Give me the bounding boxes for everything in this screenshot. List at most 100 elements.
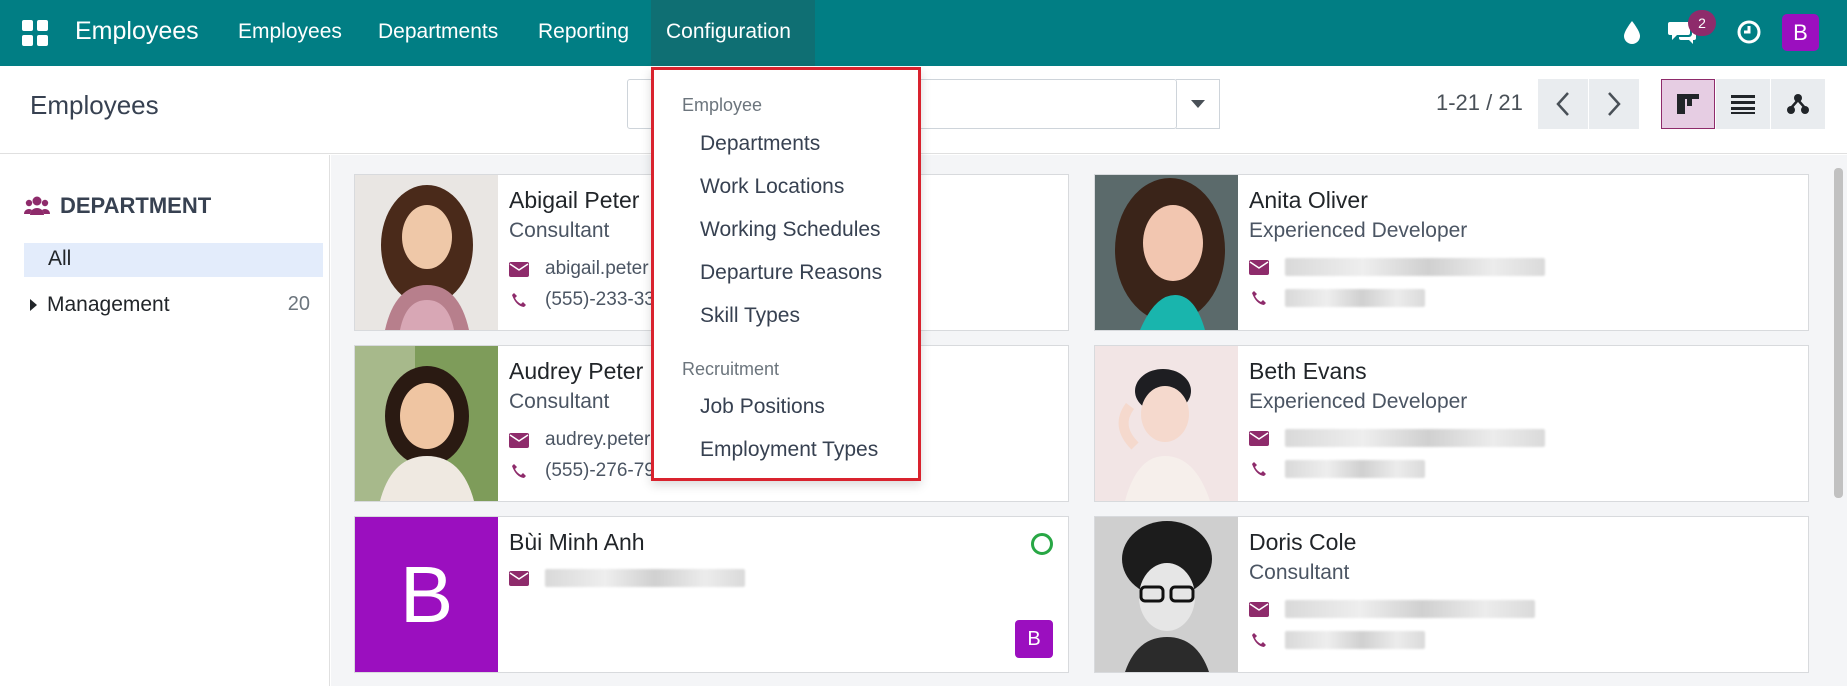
employee-photo xyxy=(1095,346,1238,501)
apps-menu-icon[interactable] xyxy=(22,20,48,46)
list-icon xyxy=(1731,95,1755,114)
phone-icon xyxy=(1249,632,1269,648)
employee-name: Audrey Peter xyxy=(509,358,644,384)
list-view-button[interactable] xyxy=(1716,79,1770,129)
pager-value[interactable]: 1-21 / 21 xyxy=(1436,90,1523,116)
related-user-avatar[interactable]: B xyxy=(1015,620,1053,658)
control-panel: Employees 1-21 / 21 xyxy=(0,66,1847,154)
employee-job: Experienced Developer xyxy=(1249,219,1468,242)
employee-email[interactable]: abigail.peter xyxy=(545,258,649,280)
redacted-email xyxy=(1285,258,1545,276)
employee-photo xyxy=(355,175,498,330)
menu-item-departments[interactable]: Departments xyxy=(700,132,820,156)
phone-icon xyxy=(1249,461,1269,477)
employee-phone-row xyxy=(1249,631,1425,649)
employee-card[interactable]: Anita Oliver Experienced Developer xyxy=(1094,174,1809,331)
caret-down-icon xyxy=(1190,100,1205,108)
redacted-email xyxy=(545,569,745,587)
employee-card[interactable]: Doris Cole Consultant xyxy=(1094,516,1809,673)
employee-photo xyxy=(355,346,498,501)
sidebar-item-label: Management xyxy=(47,293,170,316)
employee-name: Bùi Minh Anh xyxy=(509,529,645,555)
pager-previous-button[interactable] xyxy=(1538,79,1588,129)
employee-phone-row: (555)-276-79 xyxy=(509,460,655,482)
employee-card[interactable]: Beth Evans Experienced Developer xyxy=(1094,345,1809,502)
menu-item-skill-types[interactable]: Skill Types xyxy=(700,304,800,328)
employee-job: Consultant xyxy=(509,219,610,242)
redacted-email xyxy=(1285,600,1535,618)
redacted-phone xyxy=(1285,631,1425,649)
employee-card[interactable]: B Bùi Minh Anh B xyxy=(354,516,1069,673)
envelope-icon xyxy=(509,570,529,586)
caret-right-icon[interactable] xyxy=(30,299,37,312)
employee-email[interactable]: audrey.peter xyxy=(545,429,650,451)
employee-phone-row xyxy=(1249,289,1425,307)
employee-name: Beth Evans xyxy=(1249,358,1367,384)
employee-photo xyxy=(1095,175,1238,330)
menu-employees[interactable]: Employees xyxy=(238,20,342,44)
sidebar-header: DEPARTMENT xyxy=(24,193,211,219)
employee-email-row xyxy=(509,569,745,587)
vertical-scrollbar[interactable] xyxy=(1834,168,1843,498)
dropdown-section-recruitment: Recruitment xyxy=(682,359,780,379)
employee-email-row xyxy=(1249,600,1535,618)
presence-status-icon xyxy=(1031,533,1053,555)
employee-email-row: abigail.peter xyxy=(509,258,649,280)
hierarchy-view-button[interactable] xyxy=(1771,79,1825,129)
envelope-icon xyxy=(509,261,529,277)
clock-icon[interactable] xyxy=(1733,16,1765,48)
employee-name: Doris Cole xyxy=(1249,529,1357,555)
kanban-content: Abigail Peter Consultant abigail.peter (… xyxy=(331,155,1847,686)
phone-icon xyxy=(1249,290,1269,306)
menu-item-departure-reasons[interactable]: Departure Reasons xyxy=(700,261,882,285)
chevron-right-icon xyxy=(1608,92,1621,116)
employee-email-row xyxy=(1249,258,1545,276)
menu-item-job-positions[interactable]: Job Positions xyxy=(700,395,825,419)
employee-photo xyxy=(1095,517,1238,672)
employee-email-row xyxy=(1249,429,1545,447)
menu-item-working-schedules[interactable]: Working Schedules xyxy=(700,218,881,242)
employee-phone[interactable]: (555)-233-33 xyxy=(545,289,655,311)
envelope-icon xyxy=(1249,601,1269,617)
employee-email-row: audrey.peter xyxy=(509,429,650,451)
menu-configuration[interactable]: Configuration xyxy=(666,20,791,44)
menu-item-work-locations[interactable]: Work Locations xyxy=(700,175,844,199)
message-count-badge: 2 xyxy=(1688,10,1716,36)
sidebar-item-all[interactable]: All xyxy=(24,243,323,277)
envelope-icon xyxy=(1249,259,1269,275)
hierarchy-icon xyxy=(1787,94,1809,114)
employee-phone-row xyxy=(1249,460,1425,478)
top-navbar: Employees Employees Departments Reportin… xyxy=(0,0,1847,66)
envelope-icon xyxy=(509,432,529,448)
menu-item-employment-types[interactable]: Employment Types xyxy=(700,438,878,462)
pager-next-button[interactable] xyxy=(1589,79,1639,129)
chevron-left-icon xyxy=(1556,92,1569,116)
employee-phone[interactable]: (555)-276-79 xyxy=(545,460,655,482)
dropdown-section-employee: Employee xyxy=(682,95,763,115)
user-avatar[interactable]: B xyxy=(1782,14,1819,51)
search-options-toggle[interactable] xyxy=(1176,79,1220,129)
envelope-icon xyxy=(1249,430,1269,446)
employee-job: Consultant xyxy=(1249,561,1350,584)
app-brand[interactable]: Employees xyxy=(75,17,199,46)
employee-name: Anita Oliver xyxy=(1249,187,1368,213)
menu-reporting[interactable]: Reporting xyxy=(538,20,629,44)
kanban-view-button[interactable] xyxy=(1661,79,1715,129)
phone-icon xyxy=(509,292,529,308)
sidebar-item-management[interactable]: Management 20 xyxy=(30,293,320,317)
employee-job: Experienced Developer xyxy=(1249,390,1468,413)
employee-initial-avatar: B xyxy=(355,517,498,672)
page-title: Employees xyxy=(30,90,159,120)
phone-icon xyxy=(509,463,529,479)
sidebar-header-label: DEPARTMENT xyxy=(60,193,212,218)
users-icon xyxy=(24,196,50,215)
redacted-phone xyxy=(1285,289,1425,307)
employee-name: Abigail Peter xyxy=(509,187,640,213)
kanban-icon xyxy=(1677,94,1699,114)
employee-job: Consultant xyxy=(509,390,610,413)
menu-departments[interactable]: Departments xyxy=(378,20,498,44)
configuration-dropdown: Employee Departments Work Locations Work… xyxy=(651,67,921,481)
redacted-email xyxy=(1285,429,1545,447)
droplet-icon[interactable] xyxy=(1616,16,1648,48)
department-sidebar: DEPARTMENT All Management 20 xyxy=(0,155,330,686)
